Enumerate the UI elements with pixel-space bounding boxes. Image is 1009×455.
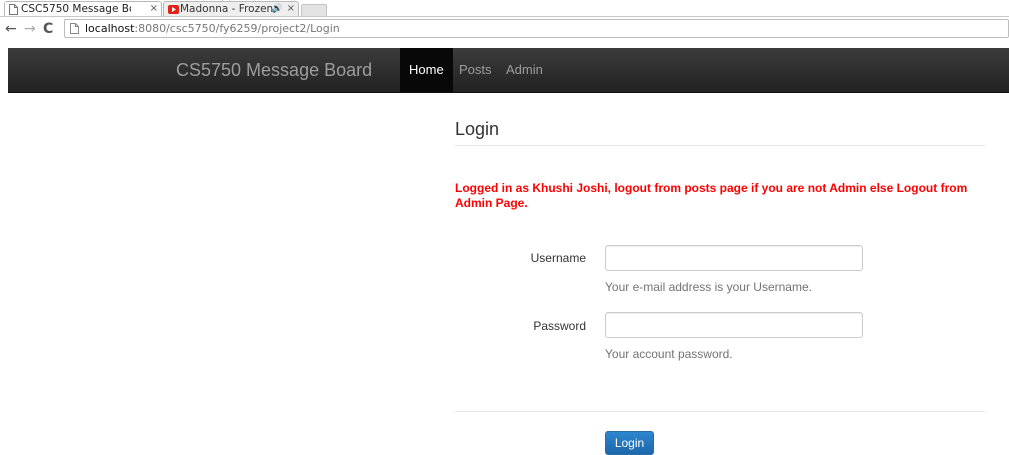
youtube-icon bbox=[168, 4, 179, 16]
url-path: :8080/csc5750/fy6259/project2/Login bbox=[134, 22, 340, 35]
navbar-brand[interactable]: CS5750 Message Board bbox=[176, 60, 372, 80]
site-navbar: CS5750 Message Board Home Posts Admin bbox=[8, 48, 1009, 93]
username-input[interactable] bbox=[605, 245, 863, 271]
divider bbox=[455, 411, 985, 412]
audio-playing-icon[interactable]: 🔊 bbox=[272, 2, 283, 16]
forward-arrow-icon[interactable]: → bbox=[24, 21, 36, 37]
tab-title: Madonna - Frozen bbox=[180, 3, 274, 15]
nav-link-posts[interactable]: Posts bbox=[459, 62, 492, 78]
browser-tab-madonna[interactable]: Madonna - Frozen 🔊 × bbox=[163, 1, 299, 16]
divider bbox=[455, 145, 985, 146]
address-bar[interactable]: localhost:8080/csc5750/fy6259/project2/L… bbox=[64, 19, 1009, 38]
page-title: Login bbox=[455, 119, 500, 139]
back-arrow-icon[interactable]: ← bbox=[5, 21, 17, 37]
reload-icon[interactable]: C bbox=[43, 21, 53, 37]
url-host: localhost bbox=[85, 22, 135, 35]
page-icon bbox=[70, 22, 79, 39]
tab-title: CSC5750 Message Bo bbox=[21, 3, 131, 15]
login-button[interactable]: Login bbox=[605, 431, 654, 455]
close-tab-icon[interactable]: × bbox=[150, 2, 158, 16]
new-tab-button[interactable] bbox=[301, 4, 327, 16]
browser-tab-strip: CSC5750 Message Bo × Madonna - Frozen 🔊 … bbox=[0, 0, 1009, 17]
login-status-alert: Logged in as Khushi Joshi, logout from p… bbox=[455, 181, 968, 210]
close-tab-icon[interactable]: × bbox=[287, 2, 295, 16]
nav-link-admin[interactable]: Admin bbox=[506, 62, 543, 78]
username-label: Username bbox=[530, 251, 586, 265]
page-icon bbox=[9, 4, 18, 16]
password-help-text: Your account password. bbox=[605, 347, 733, 361]
browser-toolbar: ← → C localhost:8080/csc5750/fy6259/proj… bbox=[0, 17, 1009, 47]
nav-link-home[interactable]: Home bbox=[400, 48, 453, 92]
browser-tab-message-board[interactable]: CSC5750 Message Bo × bbox=[4, 1, 162, 16]
username-help-text: Your e-mail address is your Username. bbox=[605, 280, 812, 294]
password-input[interactable] bbox=[605, 312, 863, 338]
password-label: Password bbox=[533, 319, 586, 333]
